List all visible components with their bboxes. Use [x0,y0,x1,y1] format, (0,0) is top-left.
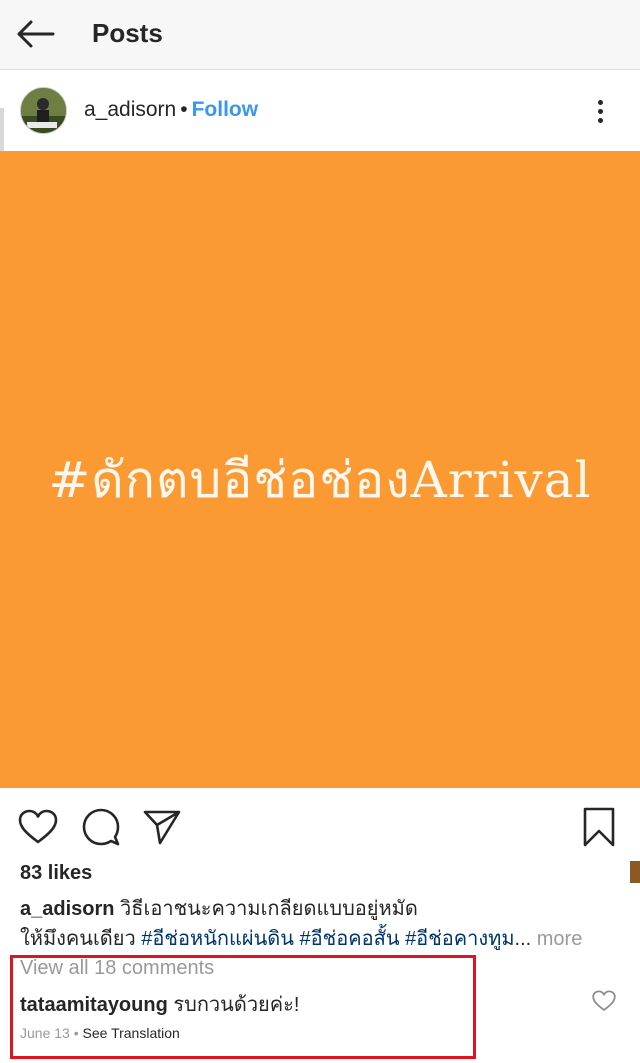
like-button[interactable] [17,806,59,848]
dot-icon [597,108,603,114]
dot-icon [597,117,603,123]
post-author-line: a_adisorn • Follow [84,98,258,122]
follow-button[interactable]: Follow [192,98,259,121]
caption-line-1: a_adisorn วิธีเอาชนะความเกลียดแบบอยู่หมั… [20,894,620,924]
post-caption: a_adisorn วิธีเอาชนะความเกลียดแบบอยู่หมั… [20,894,620,954]
hashtag-link[interactable]: #อีช่อคอสั้น [300,928,400,950]
back-button[interactable] [14,14,56,54]
comment-icon [82,808,120,846]
caption-text-2: ให้มึงคนเดียว [20,928,136,950]
caption-ellipsis: ... [514,928,532,950]
heart-icon [592,990,616,1011]
hashtag-link[interactable]: #อีช่อคางทูม [405,928,514,950]
highlight-box [10,955,476,1059]
post-image[interactable]: #ดักตบอีช่อช่องArrival [0,151,640,883]
post-header: a_adisorn • Follow [0,71,640,151]
send-icon [143,810,181,845]
more-options-button[interactable] [586,93,614,129]
like-count[interactable]: 83 likes [20,862,92,885]
post-image-text: #ดักตบอีช่อช่องArrival [48,451,592,509]
avatar[interactable] [20,87,67,134]
bookmark-icon [583,807,615,847]
hashtag-link[interactable]: #อีช่อหนักแผ่นดิน [141,928,294,950]
post-username[interactable]: a_adisorn [84,98,176,121]
comment-like-button[interactable] [592,990,616,1012]
caption-line-2: ให้มึงคนเดียว #อีช่อหนักแผ่นดิน #อีช่อคอ… [20,924,620,954]
page-title: Posts [92,18,163,48]
save-button[interactable] [578,806,620,848]
dot-icon [597,99,603,105]
separator-dot: • [180,98,188,121]
top-bar: Posts [0,0,640,70]
avatar-image [21,88,66,133]
arrow-left-icon [17,20,55,48]
scroll-indicator [630,861,640,883]
caption-more-link[interactable]: more [537,928,583,950]
action-bar [0,788,640,864]
caption-username[interactable]: a_adisorn [20,898,114,920]
heart-icon [18,809,58,844]
share-button[interactable] [141,806,183,848]
caption-text-1: วิธีเอาชนะความเกลียดแบบอยู่หมัด [120,898,418,920]
comment-button[interactable] [80,806,122,848]
